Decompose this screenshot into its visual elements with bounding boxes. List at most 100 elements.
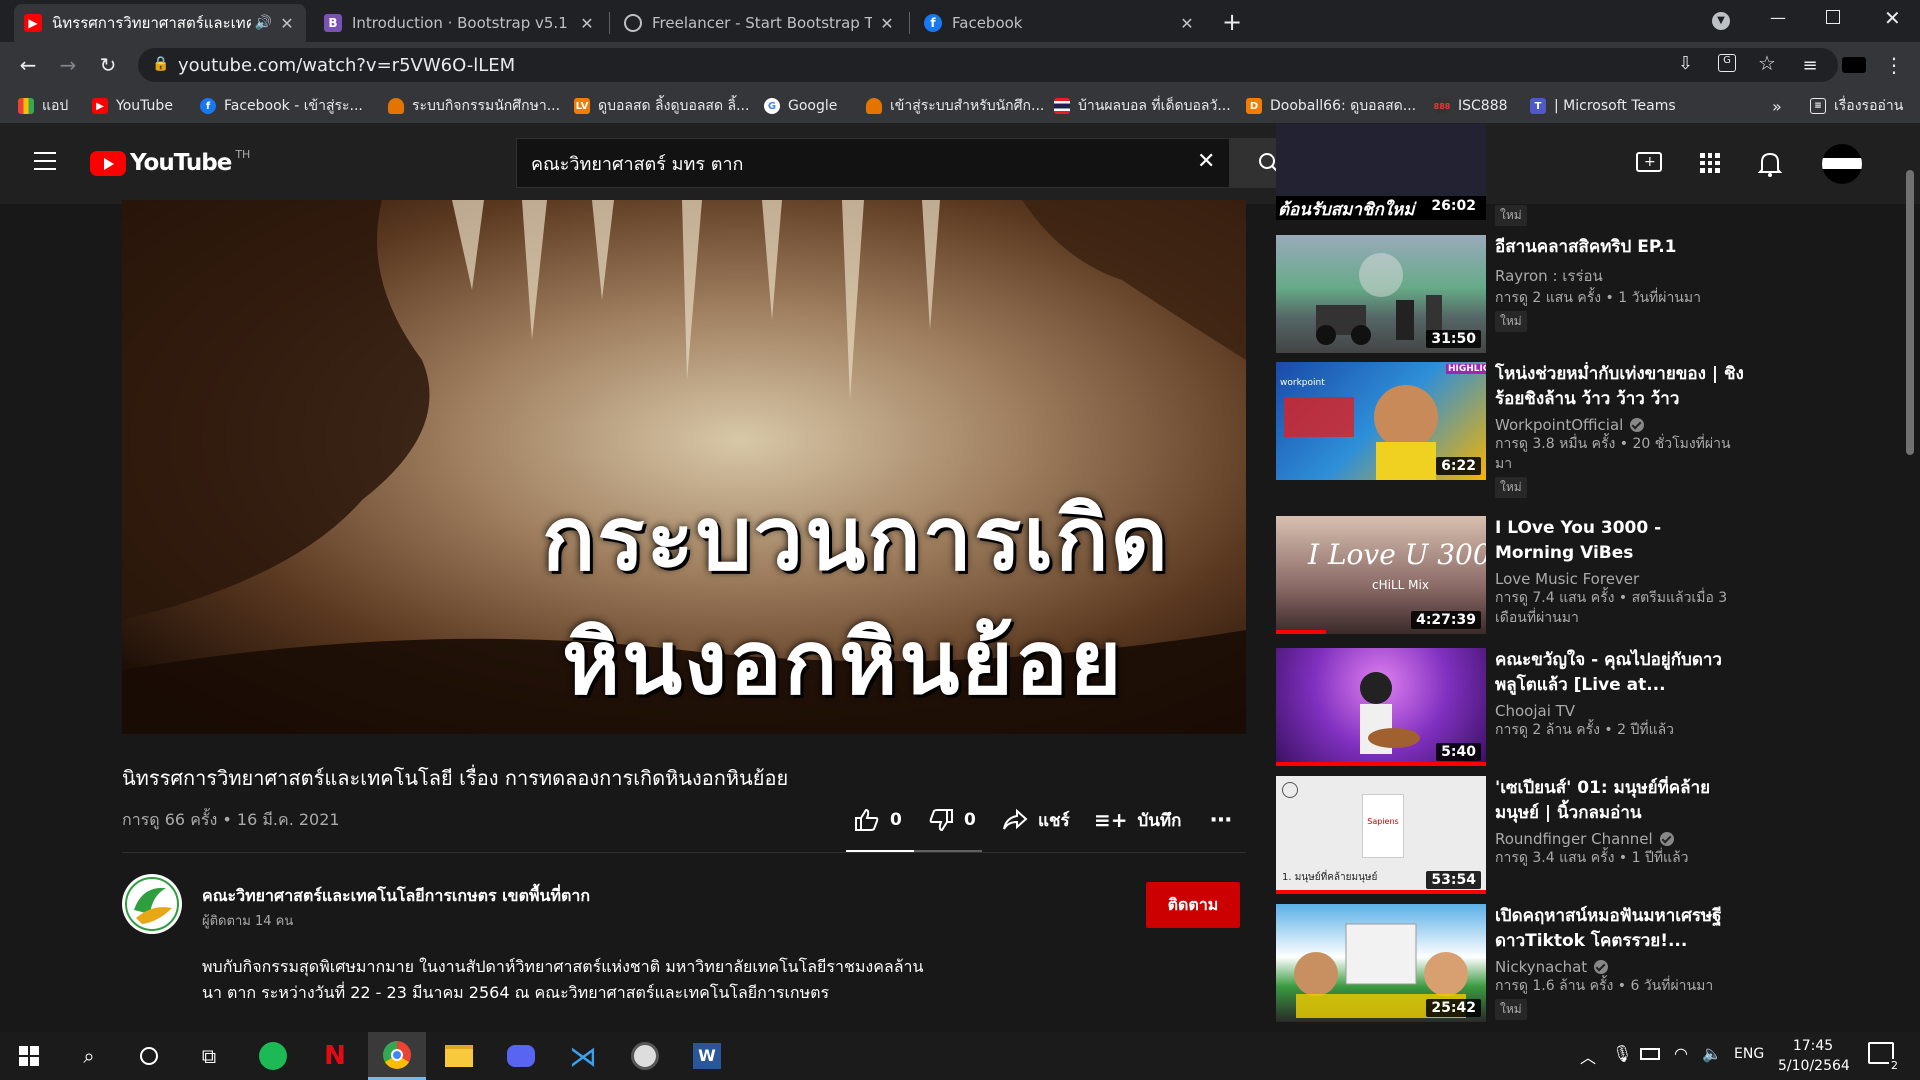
wifi-icon[interactable]: ◠ — [1674, 1044, 1688, 1063]
page-scrollbar[interactable] — [1906, 170, 1914, 455]
speaker-icon[interactable]: 🔊 — [255, 15, 272, 31]
channel-name[interactable]: Rayron : เรร่อน — [1495, 264, 1745, 288]
share-button[interactable]: แชร์ — [1002, 800, 1070, 840]
clear-search-icon[interactable]: ✕ — [1197, 149, 1215, 174]
microphone-icon[interactable]: 🎙 — [1612, 1044, 1632, 1063]
media-control-icon[interactable]: ≡ — [1796, 51, 1824, 79]
bookmark-facebook[interactable]: f Facebook - เข้าสู่ระ... — [200, 95, 363, 117]
close-tab-icon[interactable]: ✕ — [878, 14, 896, 33]
clock[interactable]: 17:45 5/10/2564 — [1778, 1036, 1850, 1076]
new-tab-button[interactable]: + — [1222, 8, 1242, 36]
save-button[interactable]: ≡+ บันทึก — [1094, 800, 1181, 840]
related-video-6[interactable]: 25:42 เปิดคฤหาสน์หมอฟันมหาเศรษฐีดาวTikto… — [1276, 904, 1722, 1022]
related-video-4[interactable]: 5:40 คณะขวัญใจ - คุณไปอยู่กับดาวพลูโตแล้… — [1276, 648, 1722, 766]
channel-name[interactable]: Roundfinger Channel — [1495, 830, 1745, 848]
battery-icon[interactable] — [1640, 1048, 1660, 1060]
window-close-icon[interactable]: ✕ — [1884, 6, 1901, 30]
more-actions-icon[interactable]: ⋯ — [1210, 800, 1232, 840]
more-bookmarks-icon[interactable]: » — [1772, 95, 1782, 117]
action-center-icon[interactable]: 2 — [1868, 1042, 1900, 1072]
tab-bootstrap[interactable]: B Introduction · Bootstrap v5.1 ✕ — [314, 4, 606, 42]
tab-youtube[interactable]: ▶ นิทรรศการวิทยาศาสตร์และเทคโนโ 🔊 ✕ — [14, 4, 306, 42]
related-thumbnail-partial[interactable]: ต้อนรับสมาชิกใหม่ 26:02 — [1276, 124, 1486, 220]
chrome-menu-icon[interactable]: ⋮ — [1880, 51, 1908, 79]
show-hidden-icons[interactable]: ︿ — [1580, 1044, 1596, 1068]
related-video-2[interactable]: HIGHLIGHT workpoint 6:22 โหน่งช่วยหม่ำกั… — [1276, 362, 1744, 498]
close-tab-icon[interactable]: ✕ — [278, 14, 296, 33]
video-title[interactable]: อีสานคลาสสิคทริป EP.1 — [1495, 235, 1745, 260]
close-tab-icon[interactable]: ✕ — [578, 14, 596, 33]
volume-icon[interactable]: 🔈 — [1702, 1044, 1722, 1063]
discord-icon[interactable] — [492, 1032, 550, 1080]
start-button[interactable] — [0, 1032, 58, 1080]
bookmark-football-results[interactable]: บ้านผลบอล ที่เด็ดบอลวั... — [1054, 95, 1231, 117]
tab-freelancer[interactable]: Freelancer - Start Bootstrap Ther ✕ — [614, 4, 906, 42]
address-bar[interactable]: 🔒 youtube.com/watch?v=r5VW6O-lLEM ⇩ G ☆ — [138, 48, 1838, 82]
channel-name[interactable]: Love Music Forever — [1495, 570, 1745, 588]
bookmark-isc888[interactable]: 888 ISC888 — [1434, 95, 1508, 117]
video-thumbnail[interactable]: 25:42 — [1276, 904, 1486, 1022]
bookmark-dooball66[interactable]: D Dooball66: ดูบอลสด... — [1246, 95, 1416, 117]
task-view-icon[interactable]: ⧉ — [180, 1032, 238, 1080]
bookmark-teams[interactable]: T | Microsoft Teams — [1530, 95, 1676, 117]
video-thumbnail[interactable]: 5:40 — [1276, 648, 1486, 766]
bookmark-student-login[interactable]: เข้าสู่ระบบสำหรับนักศึก... — [866, 95, 1044, 117]
tab-facebook[interactable]: f Facebook ✕ — [914, 4, 1206, 42]
maximize-icon[interactable] — [1826, 10, 1840, 24]
video-thumbnail[interactable]: I Love U 3000 cHiLL Mix 4:27:39 — [1276, 516, 1486, 634]
related-video-3[interactable]: I Love U 3000 cHiLL Mix 4:27:39 I LOve Y… — [1276, 516, 1727, 634]
install-app-icon[interactable]: ⇩ — [1678, 53, 1693, 74]
related-video-1[interactable]: 31:50 อีสานคลาสสิคทริป EP.1 Rayron : เรร… — [1276, 235, 1706, 353]
chrome-icon[interactable] — [368, 1032, 426, 1080]
video-thumbnail[interactable]: 31:50 — [1276, 235, 1486, 353]
channel-avatar[interactable] — [122, 874, 182, 934]
related-video-5[interactable]: Sapiens 1. มนุษย์ที่คล้ายมนุษย์ 53:54 'เ… — [1276, 776, 1710, 894]
netflix-icon[interactable]: N — [306, 1032, 364, 1080]
video-thumbnail[interactable]: Sapiens 1. มนุษย์ที่คล้ายมนุษย์ 53:54 — [1276, 776, 1486, 894]
cortana-icon[interactable] — [120, 1032, 178, 1080]
bookmark-live-football[interactable]: LV ดูบอลสด ลิ้งดูบอลสด ลิ้... — [574, 95, 749, 117]
minimize-icon[interactable]: — — [1770, 8, 1786, 27]
tab-search-icon[interactable]: ▼ — [1712, 12, 1730, 30]
spotify-icon[interactable] — [244, 1032, 302, 1080]
bookmark-youtube[interactable]: ▶ YouTube — [92, 95, 173, 117]
search-input[interactable]: คณะวิทยาศาสตร์ มทร ตาก ✕ — [516, 138, 1230, 188]
video-title[interactable]: คณะขวัญใจ - คุณไปอยู่กับดาวพลูโตแล้ว [Li… — [1495, 648, 1745, 698]
video-thumbnail[interactable]: HIGHLIGHT workpoint 6:22 — [1276, 362, 1486, 480]
input-language[interactable]: ENG — [1734, 1046, 1764, 1062]
dislike-button[interactable]: 0 — [928, 800, 976, 840]
file-explorer-icon[interactable] — [430, 1032, 488, 1080]
close-tab-icon[interactable]: ✕ — [1178, 14, 1196, 33]
account-avatar[interactable] — [1822, 144, 1862, 184]
search-icon[interactable]: ⌕ — [60, 1032, 118, 1080]
video-title[interactable]: 'เซเปียนส์' 01: มนุษย์ที่คล้ายมนุษย์ | น… — [1495, 776, 1745, 826]
word-icon[interactable]: W — [678, 1032, 736, 1080]
bookmark-apps[interactable]: แอป — [18, 95, 68, 117]
reload-icon[interactable]: ↻ — [94, 51, 122, 79]
video-title[interactable]: I LOve You 3000 - Morning ViBes — [1495, 516, 1745, 566]
like-button[interactable]: 0 — [854, 800, 902, 840]
forward-icon[interactable]: → — [54, 51, 82, 79]
create-video-icon[interactable]: + — [1636, 152, 1662, 172]
video-player[interactable]: กระบวนการเกิด หินงอกหินย้อย — [122, 200, 1246, 734]
channel-name[interactable]: WorkpointOfficial — [1495, 416, 1745, 434]
bookmark-google[interactable]: G Google — [764, 95, 837, 117]
channel-name[interactable]: Nickynachat — [1495, 958, 1745, 976]
notifications-bell-icon[interactable] — [1758, 150, 1782, 178]
profile-avatar[interactable] — [1842, 57, 1866, 73]
video-title[interactable]: เปิดคฤหาสน์หมอฟันมหาเศรษฐีดาวTiktok โคตร… — [1495, 904, 1745, 954]
channel-name[interactable]: คณะวิทยาศาสตร์และเทคโนโลยีการเกษตร เขตพื… — [202, 884, 590, 909]
channel-name[interactable]: Choojai TV — [1495, 702, 1745, 720]
github-icon[interactable] — [616, 1032, 674, 1080]
bookmark-star-icon[interactable]: ☆ — [1758, 51, 1776, 75]
hamburger-menu-icon[interactable] — [34, 152, 56, 170]
bookmark-activity[interactable]: ระบบกิจกรรมนักศึกษา... — [388, 95, 560, 117]
translate-icon[interactable]: G — [1718, 54, 1736, 72]
reading-list[interactable]: ≡ เรื่องรออ่าน — [1810, 95, 1903, 117]
apps-icon[interactable] — [1700, 153, 1720, 173]
youtube-logo[interactable]: YouTube TH — [90, 148, 250, 176]
vscode-icon[interactable]: ⋊ — [554, 1032, 612, 1080]
video-title[interactable]: โหน่งช่วยหม่ำกับเท่งขายของ | ชิงร้อยชิงล… — [1495, 362, 1745, 412]
back-icon[interactable]: ← — [14, 51, 42, 79]
subscribe-button[interactable]: ติดตาม — [1146, 882, 1240, 928]
